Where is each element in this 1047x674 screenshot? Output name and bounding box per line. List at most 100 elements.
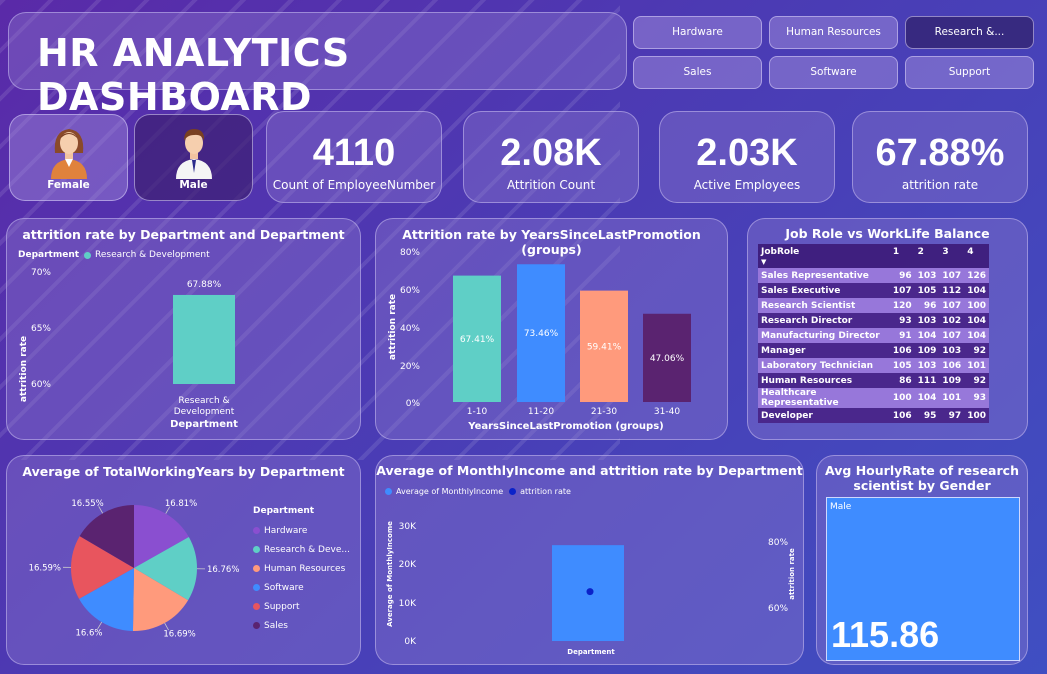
value-cell: 86: [889, 373, 915, 388]
x-tick-label: Development: [174, 407, 235, 417]
value-cell: 103: [914, 358, 940, 373]
table-row: Laboratory Technician 105 103 106 101: [758, 358, 989, 373]
value-cell: 101: [939, 388, 965, 408]
table-row: Developer 106 95 97 100: [758, 408, 989, 423]
table-header-row: JobRole ▼ 1 2 3 4: [758, 244, 989, 268]
value-cell: 92: [964, 343, 989, 358]
kpi-caption: Count of EmployeeNumber: [272, 178, 436, 192]
y-tick-label: 30K: [399, 522, 417, 532]
bar[interactable]: [173, 294, 235, 384]
legend-item[interactable]: Software: [253, 578, 358, 597]
value-cell: 107: [939, 328, 965, 343]
chart-attrition-by-department: attrition rate by Department and Departm…: [6, 218, 361, 440]
value-cell: 112: [939, 283, 965, 298]
gender-male-button[interactable]: Male: [134, 114, 253, 201]
y2-tick-label: 80%: [768, 538, 788, 548]
value-cell: 100: [964, 298, 989, 313]
value-cell: 100: [964, 408, 989, 423]
slicer-research-development[interactable]: Research &...: [905, 16, 1034, 49]
column-header[interactable]: 2: [914, 244, 940, 268]
table-title: Job Role vs WorkLife Balance: [785, 226, 990, 241]
legend-item[interactable]: Sales: [253, 616, 358, 635]
data-label: 16.6%: [75, 628, 102, 638]
value-cell: 96: [889, 268, 915, 283]
x-tick-label: 31-40: [654, 407, 680, 417]
slicer-software[interactable]: Software: [769, 56, 898, 89]
value-cell: 107: [939, 298, 965, 313]
data-label: 16.81%: [165, 499, 197, 509]
page-title: HR ANALYTICS DASHBOARD: [37, 31, 350, 119]
y-tick-label: 65%: [31, 324, 51, 334]
value-cell: 107: [889, 283, 915, 298]
chart-legend: Department Hardware Research & Deve... Hum…: [253, 506, 358, 635]
card-hourly-rate: Avg HourlyRate of research scientist by …: [816, 455, 1028, 665]
legend-label: Sales: [264, 620, 288, 631]
chart-plot: attrition rate 80% 60% 40% 20% 0% YearsS…: [388, 248, 691, 432]
jobrole-cell: Sales Executive: [758, 283, 890, 298]
value-cell: 106: [939, 358, 965, 373]
column-header[interactable]: 4: [964, 244, 989, 268]
x-tick-label: 1-10: [467, 407, 488, 417]
data-label: 16.59%: [29, 563, 61, 573]
slicer-hardware[interactable]: Hardware: [633, 16, 762, 49]
legend-swatch: [253, 527, 260, 534]
table-row: Human Resources 86 111 109 92: [758, 373, 989, 388]
value-cell: 93: [964, 388, 989, 408]
value-cell: 103: [914, 313, 940, 328]
slicer-sales[interactable]: Sales: [633, 56, 762, 89]
legend-item[interactable]: Support: [253, 597, 358, 616]
kpi-caption: Active Employees: [693, 178, 801, 192]
slicer-human-resources[interactable]: Human Resources: [769, 16, 898, 49]
kpi-caption: Attrition Count: [506, 178, 596, 192]
title-banner: HR ANALYTICS DASHBOARD: [8, 12, 627, 119]
jobrole-cell: Research Director: [758, 313, 890, 328]
data-label: 67.41%: [460, 335, 495, 345]
value-cell: 126: [964, 268, 989, 283]
x-axis-label: YearsSinceLastPromotion (groups): [467, 421, 663, 432]
slicer-support[interactable]: Support: [905, 56, 1034, 89]
gender-female-button[interactable]: Female: [9, 114, 128, 201]
y-tick-label: 20K: [399, 560, 417, 570]
jobrole-cell: Manufacturing Director: [758, 328, 890, 343]
y-tick-label: 0K: [404, 637, 417, 647]
kpi-attrition-rate: 67.88% attrition rate: [852, 111, 1028, 203]
table-row: Sales Representative 96 103 107 126: [758, 268, 989, 283]
jobrole-cell: Healthcare Representative: [758, 388, 890, 408]
column-header[interactable]: 3: [939, 244, 965, 268]
value-cell: 105: [889, 358, 915, 373]
value-cell: 103: [914, 268, 940, 283]
legend-swatch: [253, 584, 260, 591]
chart-plot: attrition rate 70% 65% 60% 67.88% Resear…: [19, 268, 238, 430]
line-point[interactable]: [586, 588, 594, 596]
legend-item[interactable]: Research & Deve...: [253, 540, 358, 559]
y-tick-label: 0%: [406, 399, 421, 409]
jobrole-cell: Laboratory Technician: [758, 358, 890, 373]
y-tick-label: 80%: [400, 248, 420, 258]
column-header[interactable]: JobRole ▼: [758, 244, 890, 268]
legend-item[interactable]: Hardware: [253, 521, 358, 540]
column-header[interactable]: 1: [889, 244, 915, 268]
x-tick-label: Research &: [178, 396, 229, 406]
y2-axis-label: attrition rate: [788, 548, 796, 600]
x-tick-label: Department: [567, 648, 615, 656]
legend-swatch: [253, 622, 260, 629]
kpi-caption: attrition rate: [901, 178, 979, 192]
jobrole-cell: Sales Representative: [758, 268, 890, 283]
data-label: 16.55%: [71, 499, 103, 509]
kpi-value: 67.88%: [875, 132, 1005, 174]
treemap-tile-male[interactable]: Male 115.86: [826, 497, 1020, 661]
legend-title: Department: [253, 506, 315, 516]
legend-item[interactable]: Human Resources: [253, 559, 358, 578]
data-label: 47.06%: [650, 354, 685, 364]
y-tick-label: 20%: [400, 362, 420, 372]
chart-plot: Average of MonthlyIncome 30K 20K 10K 0K …: [386, 521, 796, 656]
value-cell: 93: [889, 313, 915, 328]
table-row: Research Scientist 120 96 107 100: [758, 298, 989, 313]
x-tick-label: 11-20: [528, 407, 554, 417]
legend-label: Hardware: [264, 525, 308, 536]
value-cell: 100: [889, 388, 915, 408]
chart-working-years-pie: Average of TotalWorkingYears by Departme…: [6, 455, 361, 665]
value-cell: 104: [964, 283, 989, 298]
y-axis-label: attrition rate: [388, 294, 398, 360]
male-label: Male: [179, 179, 208, 191]
